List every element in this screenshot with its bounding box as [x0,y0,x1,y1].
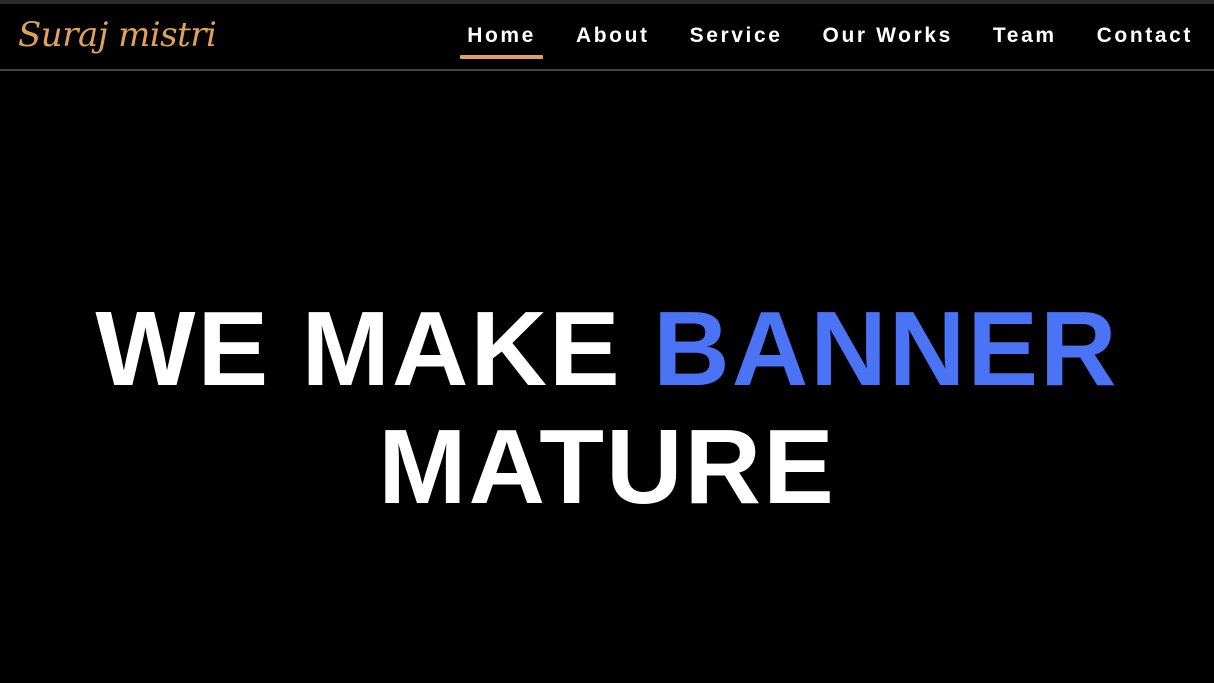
nav-item-team[interactable]: Team [986,4,1064,51]
hero-prefix-text: WE MAKE [95,290,622,408]
nav-item-service[interactable]: Service [683,4,790,51]
hero-line-1: WE MAKE BANNER [0,290,1214,408]
nav-item-about[interactable]: About [569,4,657,51]
nav-item-contact[interactable]: Contact [1090,4,1200,51]
navbar: Suraj mistri Home About Service Our Work… [0,4,1214,71]
nav-item-home[interactable]: Home [460,4,543,59]
nav-menu: Home About Service Our Works Team Contac… [460,4,1200,69]
logo[interactable]: Suraj mistri [18,10,217,60]
hero-highlight-text: BANNER [653,290,1119,408]
hero-line-2: MATURE [378,408,836,526]
nav-item-our-works[interactable]: Our Works [816,4,960,51]
hero-heading: WE MAKE BANNER MATURE [0,290,1214,526]
